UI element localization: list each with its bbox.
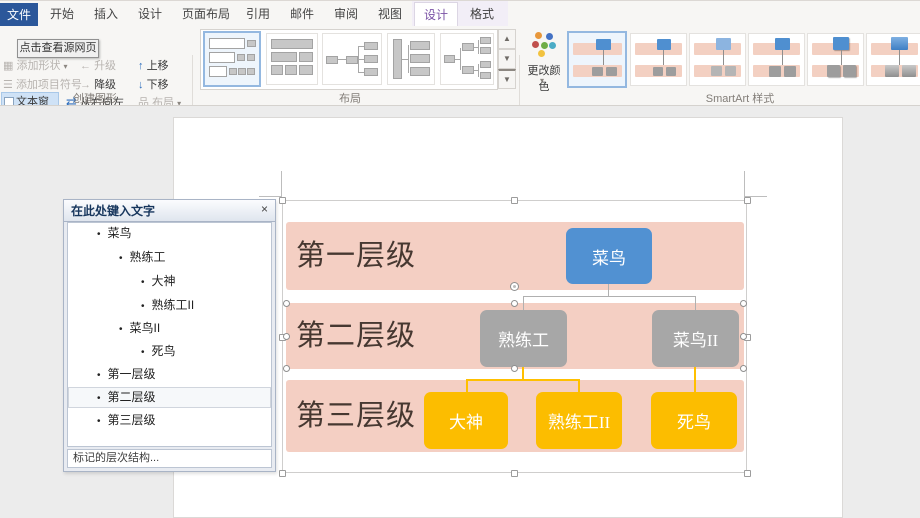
up-arrow-icon: ↑ [138, 60, 144, 72]
node-cainiao-2[interactable]: 菜鸟II [652, 310, 739, 367]
text-pane-footer: 标记的层次结构... [67, 449, 272, 468]
resize-handle[interactable] [279, 470, 286, 477]
node-shulian-gong-2[interactable]: 熟练工II [536, 392, 622, 449]
add-shape-icon: ▦ [3, 60, 14, 72]
layout-option-table-hierarchy[interactable] [266, 33, 318, 85]
bullet-icon: • [119, 324, 123, 335]
shape-handle[interactable] [740, 300, 747, 307]
row-label-level-1[interactable]: 第一层级 [296, 239, 436, 273]
layout-gallery-scroll-up[interactable]: ▲ [498, 29, 516, 49]
layout-option-horizontal-multilevel-hierarchy[interactable] [440, 33, 494, 85]
rotation-handle[interactable] [510, 282, 519, 291]
bullet-icon: • [141, 301, 145, 312]
change-colors-button[interactable]: 更改颜色 ▾ [523, 30, 565, 93]
change-colors-icon [532, 32, 556, 57]
connector [523, 296, 524, 310]
tooltip: 点击查看源网页 [17, 39, 99, 58]
tab-view[interactable]: 视图 [372, 2, 408, 27]
text-pane-item[interactable]: • 第一层级 [97, 363, 156, 385]
connector [578, 380, 580, 392]
chevron-down-icon: ▾ [63, 62, 68, 71]
connector [523, 296, 696, 297]
tab-page-layout[interactable]: 页面布局 [176, 2, 236, 27]
bullet-icon: • [141, 277, 145, 288]
tab-review[interactable]: 审阅 [328, 2, 364, 27]
shape-handle[interactable] [283, 333, 290, 340]
smartart-style-option-4[interactable] [748, 33, 805, 86]
layout-gallery-more-button[interactable]: ▼ [498, 69, 516, 89]
tab-file[interactable]: 文件 [0, 3, 38, 27]
promote-icon: ← [80, 60, 91, 72]
tab-references[interactable]: 引用 [240, 2, 276, 27]
connector [695, 296, 696, 310]
text-pane-item-selected[interactable]: • 第二层级 [97, 386, 156, 408]
row-label-level-2[interactable]: 第二层级 [296, 319, 436, 353]
smartart-style-option-1[interactable] [567, 31, 627, 88]
tab-insert[interactable]: 插入 [88, 2, 124, 27]
layout-option-horizontal-labeled-hierarchy[interactable] [387, 33, 435, 85]
bullet-icon: • [97, 416, 101, 427]
node-shulian-gong[interactable]: 熟练工 [480, 310, 567, 367]
margin-mark-left [259, 196, 281, 197]
tab-design[interactable]: 设计 [132, 2, 168, 27]
smartart-style-option-5[interactable] [807, 33, 864, 86]
node-siniao[interactable]: 死鸟 [651, 392, 737, 449]
ribbon: ▦ 添加形状 ▾ ☰ 添加项目符号 文本窗格 ← 升级 → 降级 ⇄ 从右向左 … [0, 26, 920, 127]
layout-gallery-scroll-down[interactable]: ▼ [498, 49, 516, 69]
bullet-icon: • [97, 393, 101, 404]
layout-option-horizontal-hierarchy[interactable] [322, 33, 382, 85]
layout-option-labeled-hierarchy[interactable] [203, 31, 261, 87]
resize-handle[interactable] [511, 197, 518, 204]
shape-handle[interactable] [283, 365, 290, 372]
add-shape-button[interactable]: ▦ 添加形状 ▾ [3, 57, 68, 73]
text-pane-item[interactable]: • 第三层级 [97, 409, 156, 431]
text-pane-item[interactable]: • 菜鸟 [97, 222, 132, 244]
tab-home[interactable]: 开始 [44, 2, 80, 27]
bullet-list-icon: ☰ [3, 79, 13, 91]
resize-handle[interactable] [744, 197, 751, 204]
row-label-level-3[interactable]: 第三层级 [296, 399, 436, 433]
text-pane-item[interactable]: • 熟练工 [119, 246, 166, 268]
node-cainiao[interactable]: 菜鸟 [566, 228, 652, 284]
ribbon-tab-bar: 文件 开始 插入 设计 页面布局 引用 邮件 审阅 视图 设计 格式 [0, 0, 920, 27]
node-dashen[interactable]: 大神 [424, 392, 508, 449]
tab-smartart-design-selected[interactable]: 设计 [414, 2, 458, 27]
create-graphic-group-label: 创建图形 [73, 93, 117, 105]
bullet-icon: • [97, 370, 101, 381]
promote-button[interactable]: ← 升级 [80, 57, 116, 73]
shape-handle[interactable] [511, 300, 518, 307]
connector [694, 367, 696, 392]
smartart-style-option-3[interactable] [689, 33, 746, 86]
resize-handle[interactable] [511, 470, 518, 477]
text-pane-item[interactable]: • 熟练工II [141, 294, 194, 316]
word-window: 文件 开始 插入 设计 页面布局 引用 邮件 审阅 视图 设计 格式 ▦ 添加形… [0, 0, 920, 518]
smartart-style-option-2[interactable] [630, 33, 687, 86]
smartart-styles-group-label: SmartArt 样式 [705, 93, 775, 105]
margin-mark-right [744, 171, 745, 197]
bullet-icon: • [141, 347, 145, 358]
margin-mark-left [281, 171, 282, 197]
layout-group-label: 布局 [339, 93, 361, 105]
close-icon[interactable]: × [257, 201, 272, 218]
text-pane-item[interactable]: • 死鸟 [141, 340, 176, 362]
shape-handle[interactable] [511, 365, 518, 372]
bullet-icon: • [119, 253, 123, 264]
connector [466, 380, 468, 392]
shape-handle[interactable] [740, 333, 747, 340]
shape-handle[interactable] [283, 300, 290, 307]
text-pane-item[interactable]: • 菜鸟II [119, 317, 160, 339]
tab-smartart-format[interactable]: 格式 [460, 2, 504, 27]
text-pane-title: 在此处键入文字 [71, 204, 156, 218]
smartart-style-option-6[interactable] [866, 33, 920, 86]
resize-handle[interactable] [744, 470, 751, 477]
move-up-button[interactable]: ↑ 上移 [138, 57, 169, 73]
tab-mailings[interactable]: 邮件 [284, 2, 320, 27]
bullet-icon: • [97, 229, 101, 240]
chevron-down-icon: ▾ [540, 76, 545, 85]
connector [466, 379, 580, 381]
text-pane-item[interactable]: • 大神 [141, 270, 176, 292]
resize-handle[interactable] [279, 197, 286, 204]
shape-handle[interactable] [740, 365, 747, 372]
